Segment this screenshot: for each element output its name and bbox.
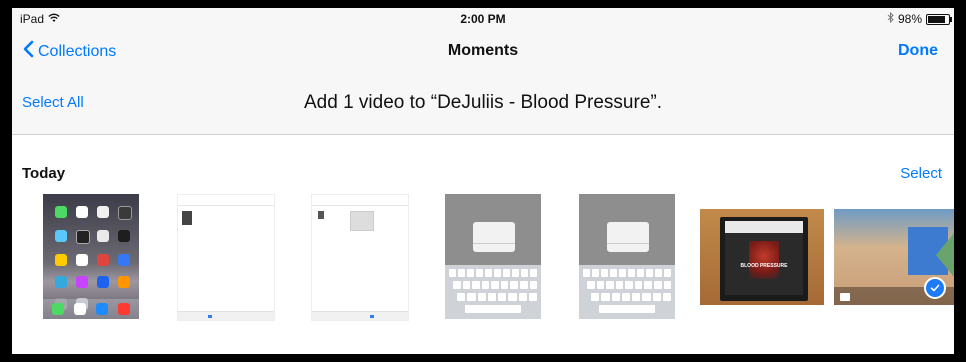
- scroll-right-arrow-icon[interactable]: [936, 233, 954, 277]
- battery-percent: 98%: [897, 12, 922, 26]
- app-icon: [55, 254, 67, 266]
- anatomy-figure: [749, 241, 779, 279]
- mini-keyboard: [579, 265, 675, 319]
- app-icon: [97, 276, 109, 288]
- app-icon: [55, 230, 67, 242]
- thumbnail-screenshot-keyboard[interactable]: [445, 194, 541, 319]
- thumbnail-screenshot[interactable]: [311, 194, 409, 321]
- app-icon: [97, 254, 109, 266]
- mini-photo: [318, 211, 324, 219]
- mini-alert-buttons: [473, 243, 515, 252]
- app-icon: [97, 230, 109, 242]
- mini-nav-bar: [178, 195, 274, 206]
- app-icon: [118, 254, 130, 266]
- thumbnail-screenshot[interactable]: [177, 194, 275, 321]
- moments-content: Today Select BLOOD PRESSURE: [12, 135, 954, 354]
- app-icon: [118, 206, 132, 220]
- app-icon: [55, 206, 67, 218]
- page-title: Moments: [447, 42, 519, 59]
- mini-nav-bar: [312, 195, 408, 206]
- bluetooth-icon: [887, 11, 894, 26]
- dock-app-icon: [74, 303, 86, 315]
- section-header-today: Today: [22, 165, 66, 182]
- mini-tab-indicator: [370, 315, 374, 318]
- app-icon: [118, 230, 130, 242]
- mini-tab-indicator: [208, 315, 212, 318]
- checkmark-icon: [924, 277, 946, 299]
- status-right: 98%: [887, 11, 952, 26]
- monitor-screen: BLOOD PRESSURE: [725, 221, 803, 295]
- mini-alert-dialog: [607, 222, 649, 252]
- app-icon: [76, 206, 88, 218]
- ipad-screen: iPad 2:00 PM 98% Collections Moments Don…: [12, 8, 954, 354]
- dock-app-icon: [52, 303, 64, 315]
- dock: [43, 299, 139, 319]
- add-video-prompt: Add 1 video to “DeJuliis - Blood Pressur…: [304, 92, 662, 113]
- monitor: BLOOD PRESSURE: [720, 217, 808, 301]
- app-icon: [118, 276, 130, 288]
- dock-app-icon: [96, 303, 108, 315]
- mini-alert-dialog: [473, 222, 515, 252]
- app-icon: [55, 276, 67, 288]
- app-icon-grid: [55, 206, 132, 310]
- mini-photo: [182, 211, 192, 225]
- mini-alert-buttons: [607, 243, 649, 252]
- app-icon: [76, 254, 88, 266]
- mini-photo: [350, 211, 374, 231]
- app-icon: [76, 276, 88, 288]
- mini-tab-bar: [312, 311, 408, 320]
- mini-tab-bar: [178, 311, 274, 320]
- thumbnail-photo[interactable]: BLOOD PRESSURE: [700, 209, 824, 305]
- app-icon: [76, 230, 90, 244]
- done-button[interactable]: Done: [898, 42, 938, 60]
- mini-keyboard: [445, 265, 541, 319]
- navigation-bar: Collections Moments Done: [12, 36, 954, 72]
- status-bar: iPad 2:00 PM 98%: [12, 8, 954, 30]
- prompt-toolbar: Select All Add 1 video to “DeJuliis - Bl…: [12, 74, 954, 135]
- thumbnail-screenshot-keyboard[interactable]: [579, 194, 675, 319]
- dock-app-icon: [118, 303, 130, 315]
- section-select-button[interactable]: Select: [900, 165, 942, 182]
- video-camera-icon: [840, 293, 850, 301]
- status-time: 2:00 PM: [460, 12, 506, 26]
- thumbnail-home-screen[interactable]: [43, 194, 139, 319]
- blood-pressure-overlay-text: BLOOD PRESSURE: [740, 263, 788, 269]
- battery-icon: [926, 13, 952, 25]
- app-icon: [97, 206, 109, 218]
